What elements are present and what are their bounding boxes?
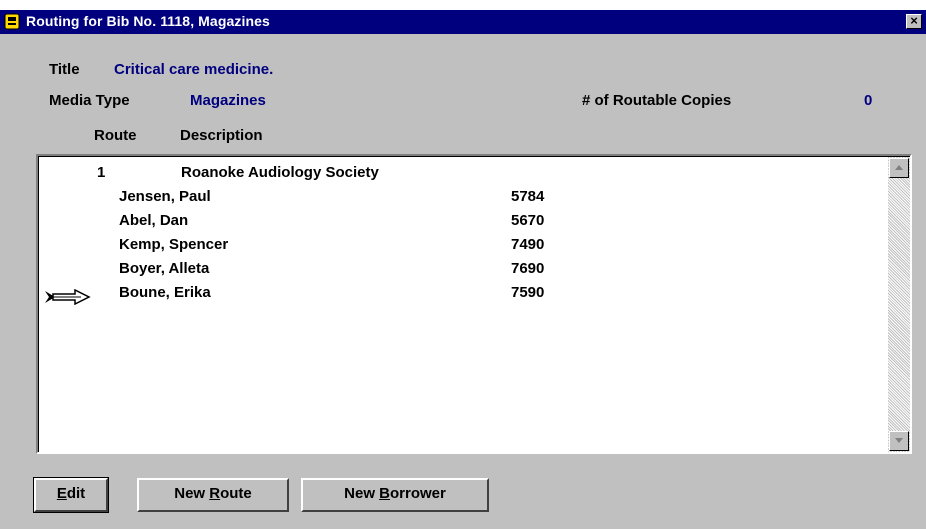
- borrower-id: 5784: [511, 188, 545, 205]
- routing-list[interactable]: 1 Roanoke Audiology Society Jensen, Paul…: [36, 154, 912, 454]
- title-label: Title: [49, 61, 80, 78]
- borrower-name: Jensen, Paul: [119, 188, 211, 205]
- close-button[interactable]: ×: [906, 14, 922, 29]
- borrower-name: Abel, Dan: [119, 212, 189, 229]
- borrower-row[interactable]: Boyer, Alleta 7690: [39, 260, 879, 284]
- title-bar[interactable]: Routing for Bib No. 1118, Magazines ×: [0, 10, 926, 34]
- borrower-row[interactable]: Jensen, Paul 5784: [39, 188, 879, 212]
- routing-window: Routing for Bib No. 1118, Magazines × Ti…: [0, 0, 926, 529]
- top-strip: [0, 0, 926, 10]
- routable-copies-value: 0: [864, 92, 873, 109]
- new-route-button[interactable]: New Route: [137, 478, 289, 512]
- window-title: Routing for Bib No. 1118, Magazines: [26, 13, 270, 29]
- borrower-row[interactable]: Abel, Dan 5670: [39, 212, 879, 236]
- route-column-header: Route: [94, 127, 137, 144]
- route-number: 1: [97, 164, 106, 181]
- scroll-down-icon: [895, 438, 903, 443]
- borrower-id: 7490: [511, 236, 545, 253]
- borrower-id: 5670: [511, 212, 545, 229]
- close-icon: ×: [910, 13, 918, 28]
- edit-button[interactable]: Edit: [33, 477, 109, 513]
- scroll-up-icon: [895, 165, 903, 170]
- borrower-id: 7590: [511, 284, 545, 301]
- borrower-row[interactable]: Kemp, Spencer 7490: [39, 236, 879, 260]
- vertical-scrollbar[interactable]: [888, 157, 910, 452]
- new-borrower-button[interactable]: New Borrower: [301, 478, 489, 512]
- route-row[interactable]: 1 Roanoke Audiology Society: [39, 164, 879, 188]
- borrower-name: Kemp, Spencer: [119, 236, 229, 253]
- media-type-label: Media Type: [49, 92, 130, 109]
- routable-copies-label: # of Routable Copies: [582, 92, 732, 109]
- media-type-value: Magazines: [190, 92, 266, 109]
- borrower-row-selected[interactable]: Boune, Erika 7590: [39, 284, 879, 308]
- borrower-name: Boune, Erika: [119, 284, 211, 301]
- double-arrow-icon: [45, 289, 91, 305]
- title-value: Critical care medicine.: [114, 61, 274, 78]
- description-column-header: Description: [180, 127, 263, 144]
- routing-list-inner: 1 Roanoke Audiology Society Jensen, Paul…: [38, 156, 910, 452]
- scroll-down-button[interactable]: [889, 431, 909, 451]
- borrower-id: 7690: [511, 260, 545, 277]
- scroll-up-button[interactable]: [889, 158, 909, 178]
- app-icon: [4, 13, 20, 30]
- borrower-name: Boyer, Alleta: [119, 260, 210, 277]
- route-description: Roanoke Audiology Society: [181, 164, 379, 181]
